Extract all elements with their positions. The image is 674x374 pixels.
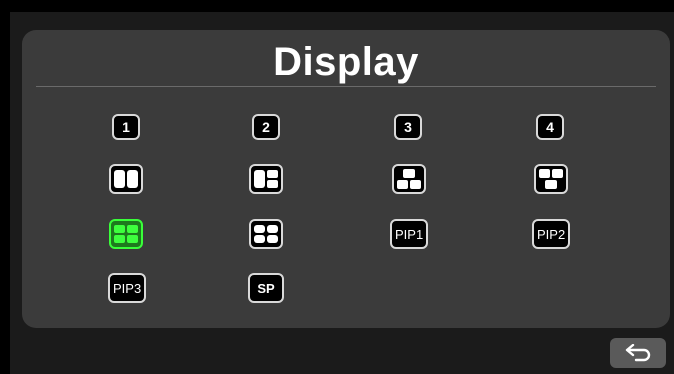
back-button[interactable]	[610, 338, 666, 368]
split-3-bottom-center-button[interactable]	[534, 164, 568, 194]
split-4-quad-icon	[254, 225, 278, 243]
split-3-left-big-icon	[254, 170, 278, 188]
split-4-grid-icon	[114, 225, 138, 243]
view-3-button[interactable]: 3	[394, 114, 422, 140]
pip2-button[interactable]: PIP2	[532, 219, 571, 249]
title-divider	[36, 86, 656, 87]
split-2-vertical-button[interactable]	[109, 164, 143, 194]
split-3-top-center-icon	[397, 169, 421, 189]
pip1-button[interactable]: PIP1	[390, 219, 429, 249]
split-3-left-big-button[interactable]	[249, 164, 283, 194]
pip3-button[interactable]: PIP3	[108, 273, 147, 303]
split-3-top-center-button[interactable]	[392, 164, 426, 194]
view-2-button[interactable]: 2	[252, 114, 280, 140]
split-4-quad-button[interactable]	[249, 219, 283, 249]
page-title: Display	[273, 40, 419, 84]
view-4-button[interactable]: 4	[536, 114, 564, 140]
split-3-bottom-center-icon	[539, 169, 563, 189]
split-4-grid-button[interactable]	[109, 219, 143, 249]
return-arrow-icon	[625, 344, 651, 362]
view-1-button[interactable]: 1	[112, 114, 140, 140]
split-2-vertical-icon	[114, 170, 138, 188]
display-panel: Display 1 2 3 4 PIP1 PIP2 PIP3 SP	[22, 30, 670, 328]
sp-button[interactable]: SP	[248, 273, 284, 303]
